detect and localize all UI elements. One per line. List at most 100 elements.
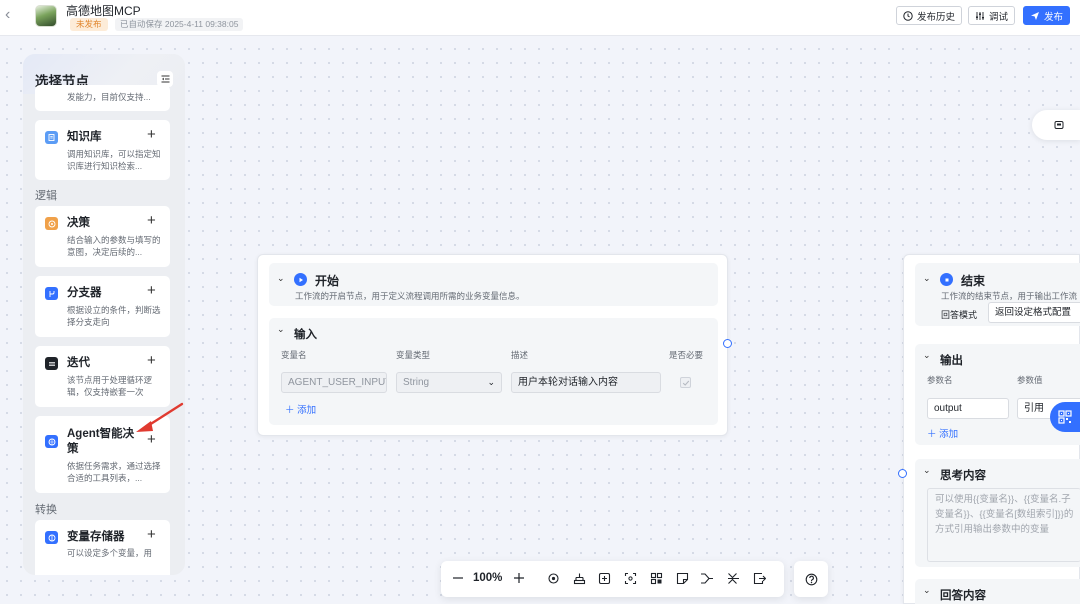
debug-button[interactable]: 调试 — [968, 6, 1016, 25]
required-checkbox[interactable] — [680, 377, 691, 388]
node-card-desc: 该节点用于处理循环逻辑，仅支持嵌套一次 — [67, 375, 153, 397]
app-avatar — [35, 5, 57, 27]
publish-history-label: 发布历史 — [917, 11, 956, 23]
node-card-knowledge[interactable]: 知识库 + 调用知识库，可以指定知识库进行知识检索... — [35, 120, 170, 180]
node-card-title: 决策 — [67, 217, 90, 229]
end-node-input-port[interactable] — [898, 469, 907, 478]
answer-section-title: 回答内容 — [940, 590, 986, 602]
chevron-down-icon[interactable]: ⌄ — [923, 350, 931, 361]
end-node-header: ⌄ 结束 工作流的结束节点，用于输出工作流 回答模式 返回设定格式配置 — [915, 263, 1080, 326]
question-mark-icon — [805, 573, 818, 586]
think-content-textarea[interactable]: 可以使用{{变量名}}、{{变量名.子变量名}}、{{变量名[数组索引]}}的方… — [927, 488, 1080, 562]
zoom-level: 100% — [473, 572, 503, 584]
publish-history-button[interactable]: 发布历史 — [896, 6, 963, 25]
clock-icon — [903, 10, 913, 21]
canvas-toolbar: 100% — [441, 561, 784, 597]
end-node-desc: 工作流的结束节点，用于输出工作流 — [941, 291, 1078, 301]
start-node-output-port[interactable] — [723, 339, 732, 348]
column-header: 参数名 — [927, 375, 953, 385]
connector-line-icon[interactable] — [699, 570, 715, 586]
node-card-title: 分支器 — [67, 287, 102, 299]
node-card-partial[interactable]: 发能力，目前仅支持... — [35, 85, 170, 111]
autosave-status: 已自动保存 2025-4-11 09:38:05 — [115, 18, 244, 31]
add-variable-label: 添加 — [297, 405, 317, 416]
node-card-desc: 依据任务需求，通过选择合适的工具列表，... — [67, 461, 161, 483]
node-card-decision[interactable]: 决策 + 结合输入的参数与填写的意图，决定后续的... — [35, 206, 170, 267]
input-section-title: 输入 — [294, 329, 317, 341]
fit-view-icon[interactable] — [622, 570, 638, 586]
end-node[interactable]: ⌄ 结束 工作流的结束节点，用于输出工作流 回答模式 返回设定格式配置 ⌄ 输出… — [903, 254, 1080, 604]
plus-icon: ＋ — [927, 429, 937, 440]
chevron-down-icon[interactable]: ⌄ — [923, 273, 931, 284]
locate-icon[interactable] — [545, 570, 561, 586]
back-arrow-icon[interactable]: ‹ — [5, 6, 10, 24]
start-node-title: 开始 — [315, 274, 340, 288]
plus-icon: ＋ — [285, 405, 295, 416]
help-button[interactable] — [794, 561, 828, 597]
variable-type-select[interactable]: String ⌄ — [396, 372, 502, 393]
node-panel: 选择节点 发能力，目前仅支持... 知识库 + 调用知识库，可以指定知识库进行知… — [23, 54, 185, 575]
think-section: ⌄ 思考内容 可以使用{{变量名}}、{{变量名.子变量名}}、{{变量名[数组… — [915, 459, 1080, 567]
input-section: ⌄ 输入 变量名 变量类型 描述 是否必要 AGENT_USER_INPUT S… — [269, 318, 718, 425]
answer-mode-label: 回答模式 — [941, 310, 978, 320]
chevron-down-icon: ⌄ — [487, 377, 495, 387]
chevron-down-icon[interactable]: ⌄ — [277, 273, 285, 284]
output-section: ⌄ 输出 参数名 参数值 output 引用 ＋ 添加 — [915, 344, 1080, 445]
start-node-desc: 工作流的开启节点，用于定义流程调用所需的业务变量信息。 — [295, 291, 525, 301]
play-icon — [294, 273, 307, 286]
start-node[interactable]: ⌄ 开始 工作流的开启节点，用于定义流程调用所需的业务变量信息。 ⌄ 输入 变量… — [257, 254, 728, 436]
column-header: 是否必要 — [669, 350, 704, 360]
output-section-title: 输出 — [940, 355, 963, 367]
group-label-convert: 转换 — [35, 504, 57, 516]
add-node-icon[interactable]: + — [147, 352, 156, 369]
publish-button[interactable]: 发布 — [1023, 6, 1071, 25]
node-card-title: 变量存储器 — [67, 531, 125, 543]
export-icon[interactable] — [751, 570, 767, 586]
chevron-down-icon[interactable]: ⌄ — [277, 324, 285, 335]
annotation-arrow — [136, 402, 184, 432]
collapse-all-icon[interactable] — [725, 570, 741, 586]
status-badge: 未发布 — [70, 18, 108, 31]
auto-layout-icon[interactable] — [571, 570, 587, 586]
chevron-down-icon[interactable]: ⌄ — [923, 585, 931, 596]
agent-icon — [45, 435, 58, 448]
add-output-button[interactable]: ＋ 添加 — [927, 426, 958, 440]
node-card-title: 知识库 — [67, 131, 102, 143]
group-label-logic: 逻辑 — [35, 190, 57, 202]
column-header: 描述 — [511, 350, 529, 360]
variable-name-input[interactable]: AGENT_USER_INPUT — [281, 372, 387, 393]
comment-note-icon[interactable] — [674, 570, 690, 586]
qr-code-button[interactable] — [1050, 402, 1080, 432]
publish-label: 发布 — [1044, 11, 1064, 23]
add-node-icon[interactable]: + — [147, 212, 156, 229]
add-variable-button[interactable]: ＋ 添加 — [285, 402, 316, 416]
add-node-icon[interactable]: + — [147, 126, 156, 143]
add-node-toolbar-icon[interactable] — [596, 570, 612, 586]
iteration-icon — [45, 357, 58, 370]
top-bar: ‹ 高德地图MCP 未发布 已自动保存 2025-4-11 09:38:05 发… — [0, 0, 1080, 36]
node-card-desc: 可以设定多个变量，用 — [67, 548, 153, 558]
column-header: 变量类型 — [396, 350, 431, 360]
node-card-branch[interactable]: 分支器 + 根据设立的条件，判断选择分支走向 — [35, 276, 170, 337]
answer-mode-select[interactable]: 返回设定格式配置 — [988, 302, 1080, 323]
zoom-out-icon[interactable] — [450, 570, 466, 586]
description-input[interactable]: 用户本轮对话输入内容 — [511, 372, 661, 393]
start-node-header: ⌄ 开始 工作流的开启节点，用于定义流程调用所需的业务变量信息。 — [269, 263, 718, 306]
zoom-in-icon[interactable] — [511, 570, 527, 586]
add-node-icon[interactable]: + — [147, 282, 156, 299]
answer-section: ⌄ 回答内容 — [915, 579, 1080, 604]
add-node-icon[interactable]: + — [147, 526, 156, 543]
node-card-desc: 调用知识库，可以指定知识库进行知识检索... — [67, 149, 161, 171]
knowledge-icon — [45, 131, 58, 144]
minimap-icon[interactable] — [648, 570, 664, 586]
node-card-iteration[interactable]: 迭代 + 该节点用于处理循环逻辑，仅支持嵌套一次 — [35, 346, 170, 407]
side-tab-button[interactable] — [1032, 110, 1080, 140]
column-header: 变量名 — [281, 350, 307, 360]
node-card-partial-desc: 发能力，目前仅支持... — [67, 92, 151, 102]
param-name-input[interactable]: output — [927, 398, 1009, 419]
node-card-variable[interactable]: 变量存储器 + 可以设定多个变量，用 — [35, 520, 170, 575]
chevron-down-icon[interactable]: ⌄ — [923, 465, 931, 476]
variable-type-value: String — [403, 377, 430, 388]
branch-icon — [45, 287, 58, 300]
think-section-title: 思考内容 — [940, 470, 986, 482]
